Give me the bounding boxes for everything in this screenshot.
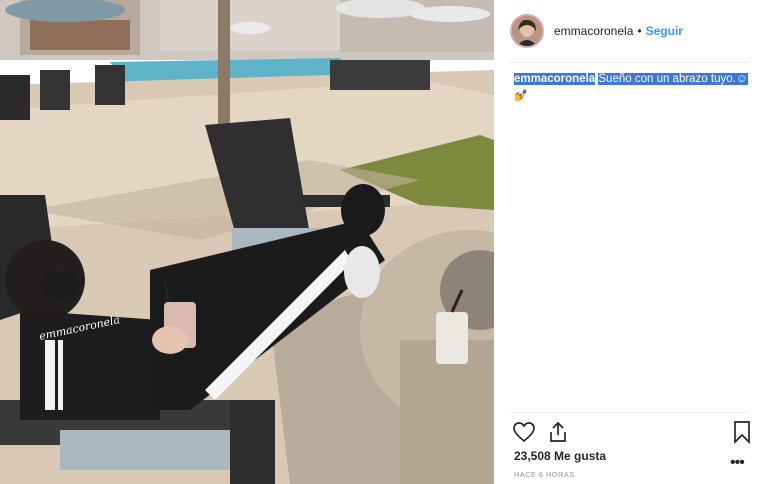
header-divider <box>510 62 750 63</box>
caption-text: Sueño con un abrazo tuyo.☺ <box>598 73 748 85</box>
avatar-image <box>512 16 542 46</box>
bookmark-icon[interactable] <box>730 420 754 445</box>
post-sidebar: emmacoronela • Seguir emmacoronela Sueño… <box>494 0 768 484</box>
ellipsis-icon[interactable]: ••• <box>730 454 745 472</box>
header-separator: • <box>637 24 642 38</box>
post-photo[interactable]: emmacoronela <box>0 0 494 484</box>
post-actions <box>512 420 754 445</box>
follow-button[interactable]: Seguir <box>646 24 683 38</box>
like-count[interactable]: 23,508 Me gusta <box>514 449 606 463</box>
header-username[interactable]: emmacoronela <box>554 24 633 38</box>
actions-divider <box>510 412 750 413</box>
instagram-post: emmacoronela emmacoronela • Seguir emmac… <box>0 0 768 484</box>
post-caption: emmacoronela Sueño con un abrazo tuyo.☺ … <box>514 71 754 104</box>
caption-username[interactable]: emmacoronela <box>514 73 596 85</box>
heart-icon[interactable] <box>512 420 536 444</box>
caption-extra-emoji: 💅 <box>514 90 528 102</box>
photo-illustration: emmacoronela <box>0 0 494 484</box>
share-icon[interactable] <box>546 420 570 444</box>
post-timestamp: HACE 6 HORAS <box>514 470 575 479</box>
avatar[interactable] <box>510 14 544 48</box>
post-header: emmacoronela • Seguir <box>494 0 768 62</box>
